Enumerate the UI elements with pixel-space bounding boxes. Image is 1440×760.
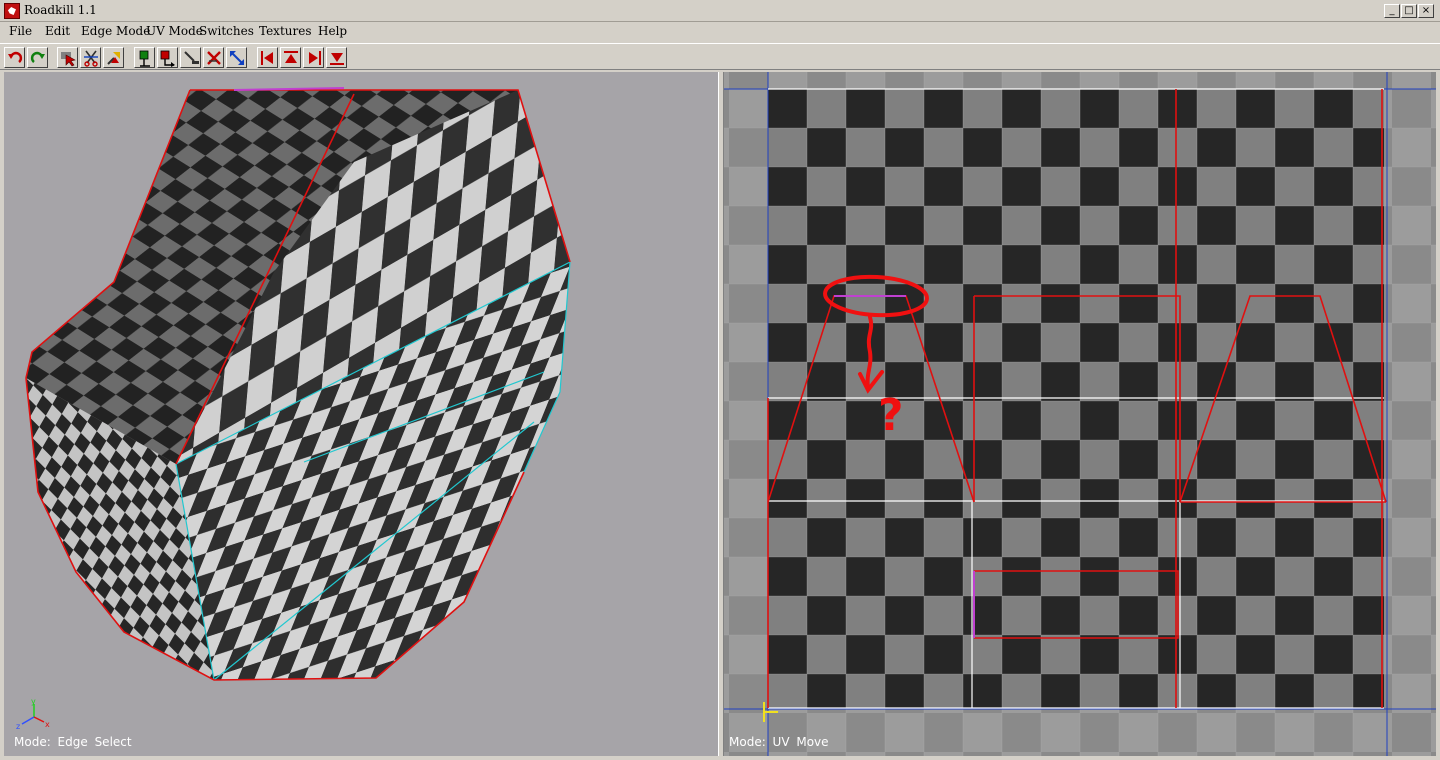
menu-edit[interactable]: Edit — [42, 24, 73, 38]
align-left-button[interactable] — [257, 47, 278, 68]
uv-texture-area — [768, 89, 1384, 709]
align-top-icon — [284, 51, 298, 63]
axis-gizmo: y z x — [16, 697, 50, 731]
redo-button[interactable] — [27, 47, 48, 68]
select-edge-button[interactable] — [57, 47, 78, 68]
viewport-uv[interactable]: ? Mode: UV Move — [724, 72, 1436, 756]
straighten-icon — [184, 51, 199, 64]
align-right-button[interactable] — [303, 47, 324, 68]
uv-editor-canvas[interactable]: ? — [724, 72, 1436, 756]
annotation-question-mark: ? — [878, 390, 904, 441]
select-edge-icon — [61, 52, 76, 67]
align-right-icon — [309, 51, 321, 65]
align-bottom-button[interactable] — [326, 47, 347, 68]
menu-switches[interactable]: Switches — [196, 24, 257, 38]
undo-icon — [8, 51, 23, 63]
scale-icon — [230, 51, 244, 65]
menu-help[interactable]: Help — [315, 24, 350, 38]
mode-label-uv: Mode: UV Move — [729, 735, 829, 749]
mesh-3d-view[interactable]: y z x — [4, 72, 718, 756]
menu-file[interactable]: File — [6, 24, 35, 38]
straighten-button[interactable] — [180, 47, 201, 68]
weld-button[interactable] — [103, 47, 124, 68]
unpin-icon — [207, 51, 221, 65]
pin-red-button[interactable] — [157, 47, 178, 68]
viewport-3d[interactable]: y z x Mode: Edge Select — [4, 72, 718, 756]
align-top-button[interactable] — [280, 47, 301, 68]
redo-icon — [30, 51, 45, 63]
close-button[interactable]: × — [1418, 4, 1434, 18]
roadkill-window: Roadkill 1.1 _ □ × File Edit Edge Mode U… — [0, 0, 1440, 760]
cut-edge-button[interactable] — [80, 47, 101, 68]
align-left-icon — [261, 51, 273, 65]
scale-button[interactable] — [226, 47, 247, 68]
maximize-button[interactable]: □ — [1401, 4, 1417, 18]
pin-green-button[interactable] — [134, 47, 155, 68]
menu-textures[interactable]: Textures — [256, 24, 315, 38]
pin-red-icon — [160, 50, 175, 67]
axis-y-label: y — [31, 697, 36, 706]
roadkill-app-icon — [4, 3, 20, 19]
menu-bar: File Edit Edge Mode UV Mode Switches Tex… — [0, 22, 1440, 42]
title-bar[interactable]: Roadkill 1.1 _ □ × — [0, 0, 1440, 22]
unpin-button[interactable] — [203, 47, 224, 68]
undo-button[interactable] — [4, 47, 25, 68]
align-bottom-icon — [330, 53, 344, 65]
minimize-button[interactable]: _ — [1384, 4, 1400, 18]
cut-edge-icon — [84, 50, 98, 67]
mode-label-3d: Mode: Edge Select — [14, 735, 132, 749]
window-title: Roadkill 1.1 — [24, 3, 97, 17]
axis-x-label: x — [45, 720, 50, 729]
pin-green-icon — [139, 50, 150, 67]
axis-z-label: z — [16, 722, 20, 731]
toolbar — [0, 43, 1440, 70]
weld-icon — [107, 52, 120, 65]
